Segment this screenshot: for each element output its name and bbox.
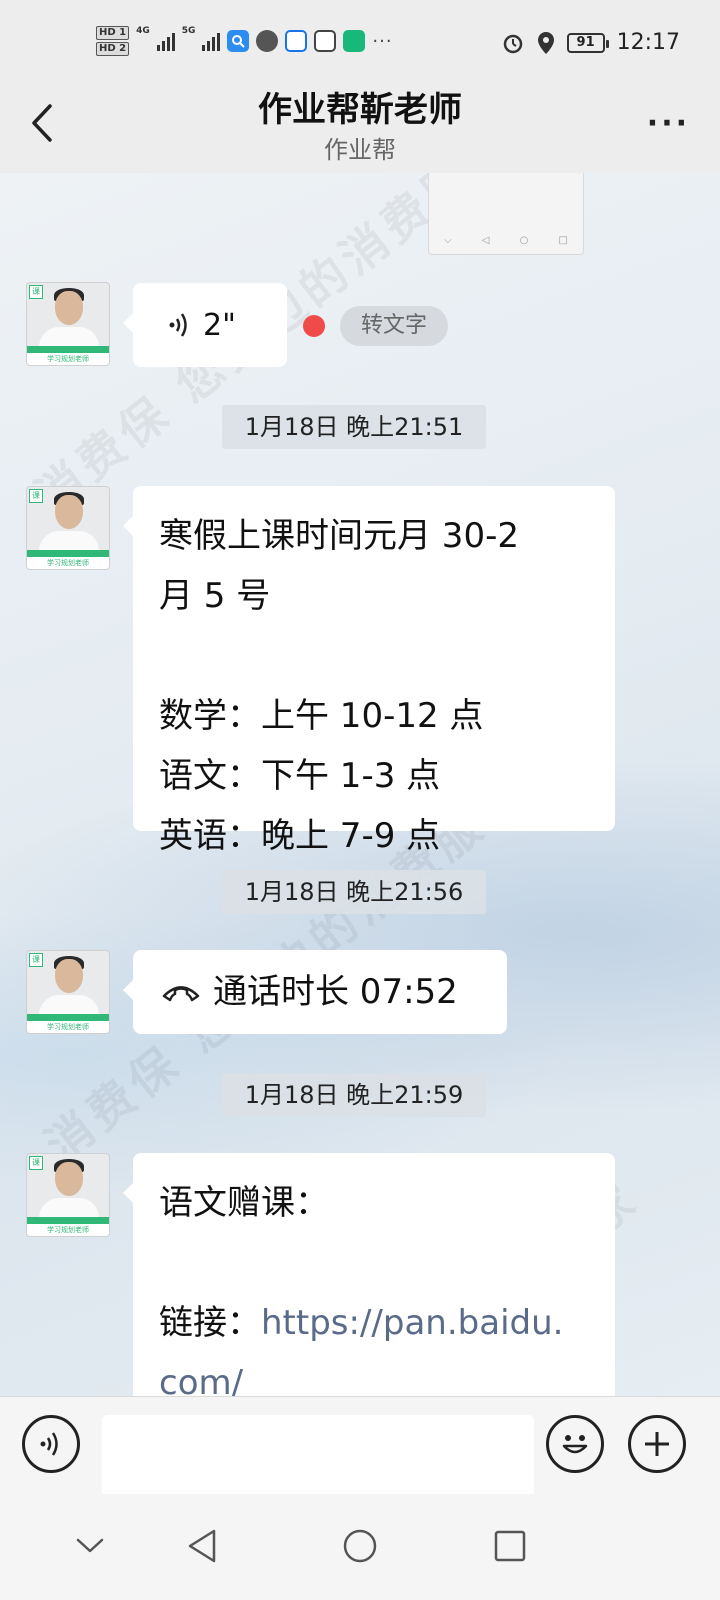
chat-message-area[interactable]: 消费保 您身边的消费服务管家 消费保 您身边的消费服务管家 消费保 您身边的消费… <box>0 173 720 1396</box>
avatar[interactable]: 课 学习规划老师 <box>26 950 110 1034</box>
avatar[interactable]: 课 学习规划老师 <box>26 1153 110 1237</box>
plus-circle-icon <box>645 1432 669 1456</box>
net2-label: 5G <box>181 26 196 36</box>
net1-label: 4G <box>136 26 150 36</box>
avatar-face <box>55 959 83 993</box>
green-app-icon <box>343 30 366 52</box>
text-message-bubble[interactable]: 语文赠课： 链接：https://pan.baidu. com/ <box>123 1153 615 1396</box>
image-message[interactable]: ⌵ ◁ ○ □ <box>428 173 584 255</box>
emoji-button[interactable] <box>546 1415 604 1473</box>
hd2-indicator: HD 2 <box>96 42 130 56</box>
signal-icon <box>202 31 221 51</box>
chat-subtitle: 作业帮 <box>324 136 396 164</box>
voice-message-bubble[interactable]: 2" <box>123 283 287 367</box>
status-right: 91 12:17 <box>501 30 680 55</box>
link-label: 链接： <box>159 1303 261 1343</box>
avatar-band <box>27 1014 109 1021</box>
avatar-face <box>55 291 83 325</box>
system-nav-bar <box>0 1494 720 1600</box>
hide-keyboard-button[interactable] <box>68 1524 112 1568</box>
avatar-badge: 课 <box>29 1156 43 1170</box>
message-line <box>159 626 589 686</box>
battery-indicator: 91 <box>566 32 609 53</box>
link-url[interactable]: https://pan.baidu. <box>261 1303 563 1343</box>
avatar-caption: 学习规划老师 <box>27 1021 109 1033</box>
avatar-band <box>27 346 109 353</box>
message-line: 语文赠课： <box>159 1183 329 1223</box>
message-line: 语文：下午 1-3 点 <box>159 756 441 796</box>
voice-input-button[interactable] <box>22 1415 80 1473</box>
avatar-caption: 学习规划老师 <box>27 557 109 569</box>
chat-app-icon <box>256 30 279 52</box>
message-line: 英语：晚上 7-9 点 <box>159 816 441 856</box>
message-line: 链接：https://pan.baidu. <box>159 1293 589 1353</box>
location-icon <box>537 31 554 54</box>
chevron-down-icon <box>76 1538 104 1553</box>
hd-indicators: HD 1 HD 2 <box>96 26 130 56</box>
app-notification-icon <box>285 30 308 52</box>
message-input[interactable] <box>102 1415 534 1501</box>
avatar-caption: 学习规划老师 <box>27 1224 109 1236</box>
chat-header: 作业帮靳老师 作业帮 ··· <box>0 78 720 173</box>
message-line: 寒假上课时间元月 30-2 <box>159 516 519 556</box>
more-notifications-icon: ··· <box>372 30 393 52</box>
message-line: 数学：上午 10-12 点 <box>159 696 484 736</box>
avatar-badge: 课 <box>29 489 43 503</box>
link-url-continued[interactable]: com/ <box>159 1363 243 1396</box>
avatar[interactable]: 课 学习规划老师 <box>26 486 110 570</box>
avatar-band <box>27 550 109 557</box>
shield-app-icon <box>314 30 337 52</box>
chat-title: 作业帮靳老师 <box>258 90 462 130</box>
status-clock: 12:17 <box>616 30 680 55</box>
unread-dot <box>303 315 325 337</box>
timestamp: 1月18日 晚上21:59 <box>222 1073 486 1117</box>
nav-recents-button[interactable] <box>488 1524 532 1568</box>
call-record-bubble[interactable]: 通话时长 07:52 <box>123 950 507 1034</box>
triangle-back-icon <box>188 1529 216 1563</box>
voice-wave-icon <box>40 1432 58 1456</box>
avatar-badge: 课 <box>29 953 43 967</box>
nav-home-button[interactable] <box>338 1524 382 1568</box>
alarm-icon <box>503 34 522 53</box>
circle-home-icon <box>343 1529 377 1563</box>
more-horizontal-icon: ··· <box>646 106 690 141</box>
avatar-badge: 课 <box>29 285 43 299</box>
status-bar: HD 1 HD 2 4G 5G ··· 91 12:17 <box>0 0 720 78</box>
avatar[interactable]: 课 学习规划老师 <box>26 282 110 366</box>
hd1-indicator: HD 1 <box>96 26 130 40</box>
call-duration-text: 通话时长 07:52 <box>213 971 458 1012</box>
image-nav-decoration: ⌵ ◁ ○ □ <box>444 235 568 246</box>
phone-hangup-icon <box>162 986 200 1002</box>
signal-icon <box>156 31 175 51</box>
avatar-face <box>55 495 83 529</box>
search-app-icon <box>227 30 250 52</box>
message-line: com/ <box>159 1353 589 1396</box>
text-message-bubble[interactable]: 寒假上课时间元月 30-2 月 5 号 数学：上午 10-12 点 语文：下午 … <box>123 486 615 856</box>
voice-duration: 2" <box>203 307 236 343</box>
plus-button[interactable] <box>628 1415 686 1473</box>
more-button[interactable]: ··· <box>647 106 690 141</box>
avatar-caption: 学习规划老师 <box>27 353 109 365</box>
convert-to-text-button[interactable]: 转文字 <box>340 306 448 346</box>
input-bar <box>0 1396 720 1501</box>
timestamp: 1月18日 晚上21:51 <box>222 405 486 449</box>
avatar-band <box>27 1217 109 1224</box>
timestamp: 1月18日 晚上21:56 <box>222 870 486 914</box>
avatar-face <box>55 1162 83 1196</box>
message-line: 月 5 号 <box>159 576 271 616</box>
status-left: HD 1 HD 2 4G 5G ··· <box>96 26 393 56</box>
square-recents-icon <box>494 1530 526 1562</box>
nav-back-button[interactable] <box>180 1524 224 1568</box>
voice-wave-icon <box>169 313 187 337</box>
smiley-icon <box>562 1435 588 1454</box>
